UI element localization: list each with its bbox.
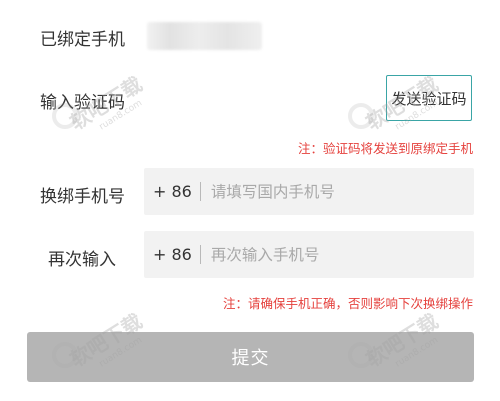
notice-confirm: 注：请确保手机正确，否则影响下次换绑操作	[222, 296, 473, 311]
new-phone-label: 换绑手机号	[40, 187, 125, 207]
watermark-logo-icon	[348, 103, 374, 129]
notice-code: 注：验证码将发送到原绑定手机	[297, 141, 473, 156]
bound-phone-label: 已绑定手机	[40, 30, 125, 50]
submit-button[interactable]: 提交	[27, 332, 474, 382]
country-code-prefix: + 86	[153, 245, 192, 264]
country-code-prefix: + 86	[153, 182, 192, 201]
bound-phone-value-masked	[147, 22, 262, 50]
confirm-phone-field[interactable]: + 86	[144, 231, 474, 278]
prefix-divider	[199, 245, 201, 264]
new-phone-input[interactable]	[210, 168, 474, 215]
prefix-divider	[199, 182, 201, 201]
verify-code-label: 输入验证码	[40, 93, 125, 113]
send-code-button[interactable]: 发送验证码	[386, 75, 472, 121]
confirm-phone-input[interactable]	[210, 231, 474, 278]
confirm-phone-label: 再次输入	[48, 250, 116, 270]
new-phone-field[interactable]: + 86	[144, 168, 474, 215]
